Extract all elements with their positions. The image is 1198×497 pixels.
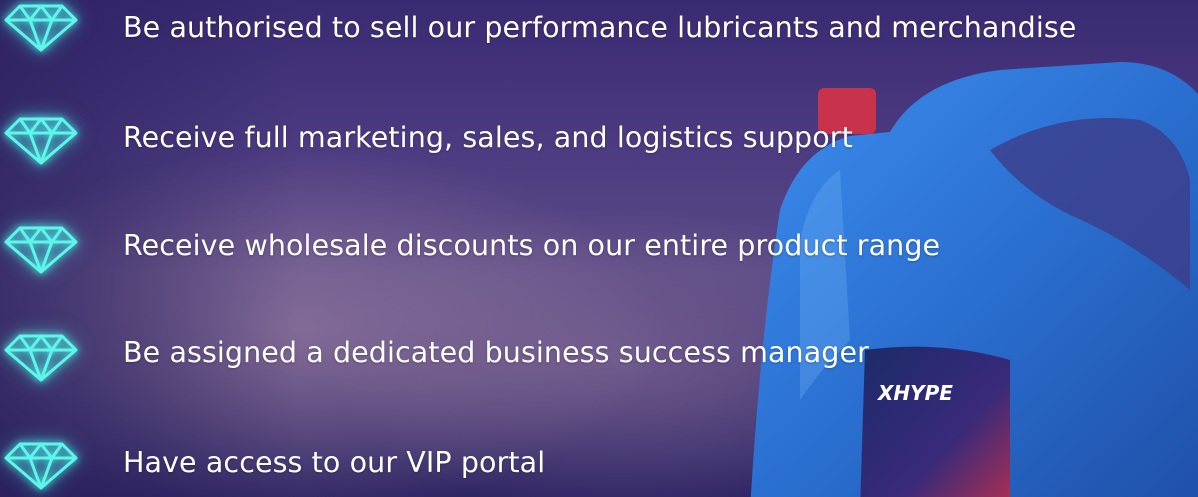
benefit-text: Have access to our VIP portal bbox=[123, 446, 546, 479]
diamond-icon bbox=[2, 436, 80, 492]
diamond-icon bbox=[2, 220, 80, 276]
benefit-text: Be assigned a dedicated business success… bbox=[123, 336, 869, 369]
benefit-text: Receive full marketing, sales, and logis… bbox=[123, 121, 853, 154]
benefits-banner: XHYPE Be authorised to sell our performa… bbox=[0, 0, 1198, 497]
diamond-icon bbox=[2, 111, 80, 167]
diamond-icon bbox=[2, 0, 80, 54]
benefits-list: Be authorised to sell our performance lu… bbox=[0, 0, 1198, 497]
diamond-icon bbox=[2, 328, 80, 384]
benefit-text: Receive wholesale discounts on our entir… bbox=[123, 229, 941, 262]
benefit-text: Be authorised to sell our performance lu… bbox=[123, 11, 1077, 44]
